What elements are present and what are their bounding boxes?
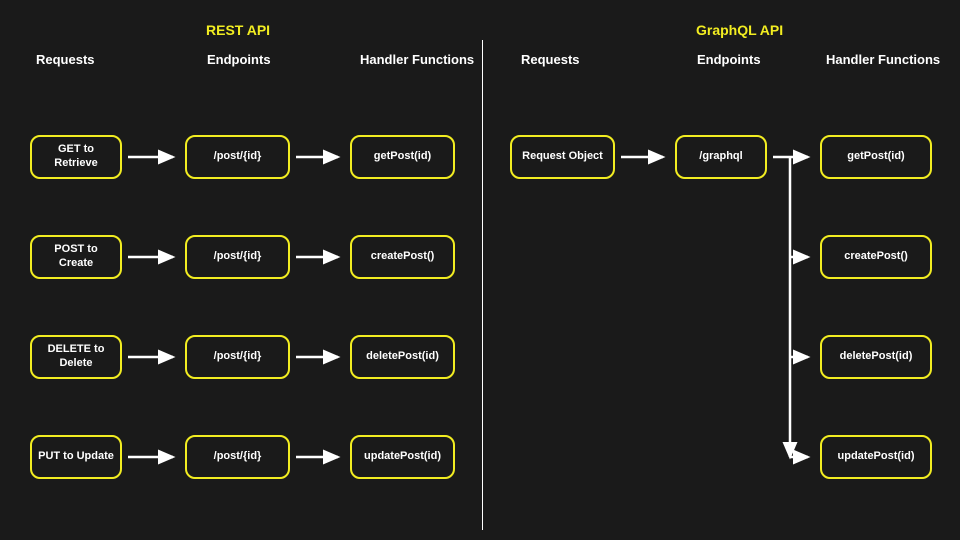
- gql-col-endpoints: Endpoints: [697, 52, 761, 67]
- gql-col-requests: Requests: [521, 52, 580, 67]
- gql-request: Request Object: [510, 135, 615, 179]
- gql-handler-2: deletePost(id): [820, 335, 932, 379]
- rest-endpoint-0: /post/{id}: [185, 135, 290, 179]
- vertical-divider: [482, 40, 483, 530]
- gql-handler-1: createPost(): [820, 235, 932, 279]
- rest-endpoint-3: /post/{id}: [185, 435, 290, 479]
- arrow-layer: [0, 0, 960, 540]
- gql-handler-0: getPost(id): [820, 135, 932, 179]
- title-rest: REST API: [206, 22, 270, 38]
- diagram-stage: REST API GraphQL API Requests Endpoints …: [0, 0, 960, 540]
- rest-col-handlers: Handler Functions: [360, 52, 474, 67]
- rest-request-post: POST to Create: [30, 235, 122, 279]
- rest-request-get: GET to Retrieve: [30, 135, 122, 179]
- rest-request-delete: DELETE to Delete: [30, 335, 122, 379]
- rest-col-endpoints: Endpoints: [207, 52, 271, 67]
- gql-endpoint: /graphql: [675, 135, 767, 179]
- rest-handler-3: updatePost(id): [350, 435, 455, 479]
- rest-handler-1: createPost(): [350, 235, 455, 279]
- rest-request-put: PUT to Update: [30, 435, 122, 479]
- title-graphql: GraphQL API: [696, 22, 783, 38]
- rest-handler-2: deletePost(id): [350, 335, 455, 379]
- gql-col-handlers: Handler Functions: [826, 52, 940, 67]
- gql-handler-3: updatePost(id): [820, 435, 932, 479]
- rest-col-requests: Requests: [36, 52, 95, 67]
- rest-endpoint-2: /post/{id}: [185, 335, 290, 379]
- rest-endpoint-1: /post/{id}: [185, 235, 290, 279]
- rest-handler-0: getPost(id): [350, 135, 455, 179]
